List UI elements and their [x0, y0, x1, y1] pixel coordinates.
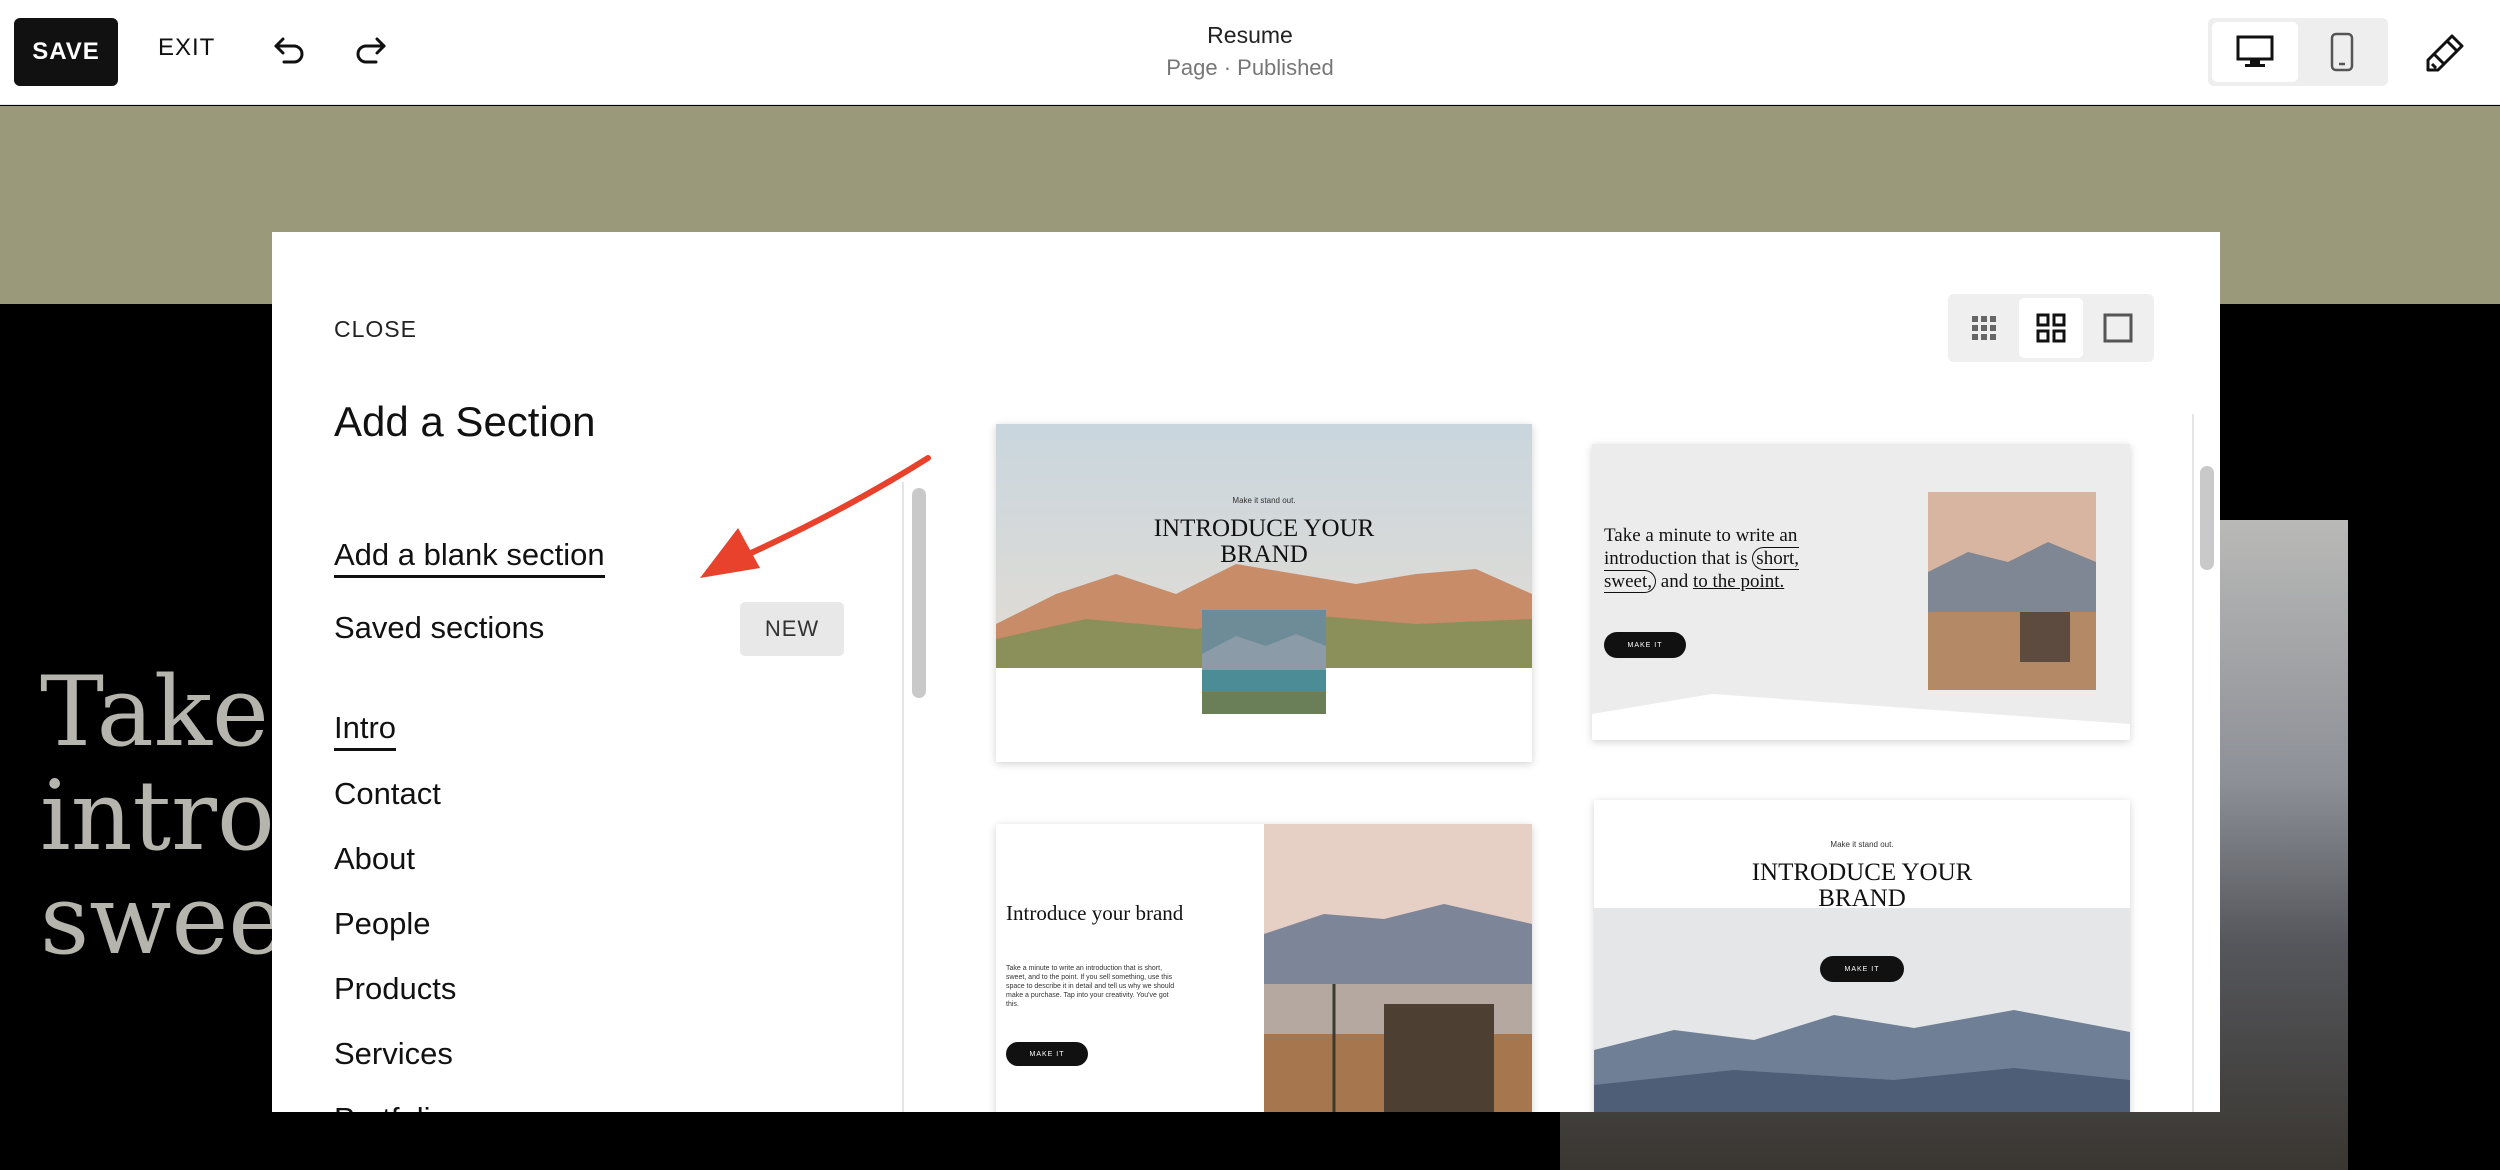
template-thumbnail-image [996, 424, 1532, 762]
template-thumbnail-image [1928, 492, 2096, 690]
template-card[interactable]: Introduce your brand Take a minute to wr… [996, 824, 1532, 1112]
new-badge: NEW [740, 602, 844, 656]
template-button: MAKE IT [1006, 1042, 1088, 1066]
saved-sections-label: Saved sections [334, 610, 545, 645]
grid-small-icon [1972, 316, 1996, 340]
grid-large-icon [2103, 313, 2133, 343]
page-title-block: Resume Page · Published [1050, 22, 1450, 81]
template-kicker: Make it stand out. [1830, 840, 1894, 849]
category-contact[interactable]: Contact [334, 776, 441, 812]
template-body-text: Take a minute to write an introduction t… [1006, 965, 1175, 1008]
category-services[interactable]: Services [334, 1036, 453, 1072]
page-status: Page · Published [1166, 55, 1334, 80]
template-thumbnail-image [1264, 824, 1532, 1112]
category-people[interactable]: People [334, 906, 431, 942]
category-list-divider [902, 482, 904, 1112]
category-intro[interactable]: Intro [334, 710, 397, 751]
desktop-icon [2236, 35, 2274, 67]
category-about[interactable]: About [334, 841, 415, 877]
template-body-text: Take a minute to write an introduction t… [1604, 524, 1854, 593]
template-card[interactable]: Take a minute to write an introduction t… [1592, 444, 2130, 740]
page-title: Resume [1207, 22, 1293, 48]
save-button[interactable]: SAVE [14, 18, 118, 86]
template-heading: INTRODUCE YOUR BRAND [1153, 515, 1375, 568]
grid-medium-button[interactable] [2019, 298, 2083, 358]
mobile-view-button[interactable] [2300, 22, 2384, 82]
template-heading: Introduce your brand [1006, 901, 1184, 925]
template-button: MAKE IT [1604, 632, 1686, 658]
device-view-toggle [2208, 18, 2388, 86]
templates-scrollbar[interactable] [2200, 466, 2214, 570]
grid-medium-icon [2036, 313, 2066, 343]
template-card[interactable]: Make it stand out. INTRODUCE YOUR BRAND [996, 424, 1532, 762]
category-products[interactable]: Products [334, 971, 456, 1007]
paintbrush-icon[interactable] [2422, 30, 2468, 76]
add-section-modal: CLOSE Add a Section Add a blank section … [272, 232, 2220, 1112]
saved-sections-row[interactable]: Saved sections NEW [334, 602, 844, 656]
grid-large-button[interactable] [2086, 298, 2150, 358]
templates-scroll-track [2192, 414, 2194, 1112]
add-blank-section-link[interactable]: Add a blank section [334, 537, 605, 578]
mobile-icon [2330, 32, 2354, 72]
undo-icon[interactable] [266, 30, 310, 74]
layout-size-toggle [1948, 294, 2154, 362]
template-underline: to the point. [1692, 571, 1785, 592]
redo-icon[interactable] [350, 30, 394, 74]
category-portfolio[interactable]: Portfolio [334, 1101, 448, 1112]
grid-small-button[interactable] [1952, 298, 2016, 358]
template-text: and [1660, 571, 1689, 592]
template-heading: INTRODUCE YOUR BRAND [1751, 859, 1973, 912]
template-curve-shape [1592, 694, 2130, 740]
modal-title: Add a Section [334, 398, 596, 445]
template-button: MAKE IT [1820, 956, 1904, 982]
category-list-scrollbar[interactable] [912, 488, 926, 698]
editor-topbar: SAVE EXIT Resume Page · Published [0, 0, 2500, 105]
desktop-view-button[interactable] [2212, 22, 2298, 82]
template-card[interactable]: Make it stand out. INTRODUCE YOUR BRAND … [1594, 800, 2130, 1112]
template-kicker: Make it stand out. [1232, 496, 1296, 505]
exit-button[interactable]: EXIT [158, 34, 215, 62]
close-button[interactable]: CLOSE [334, 316, 417, 343]
